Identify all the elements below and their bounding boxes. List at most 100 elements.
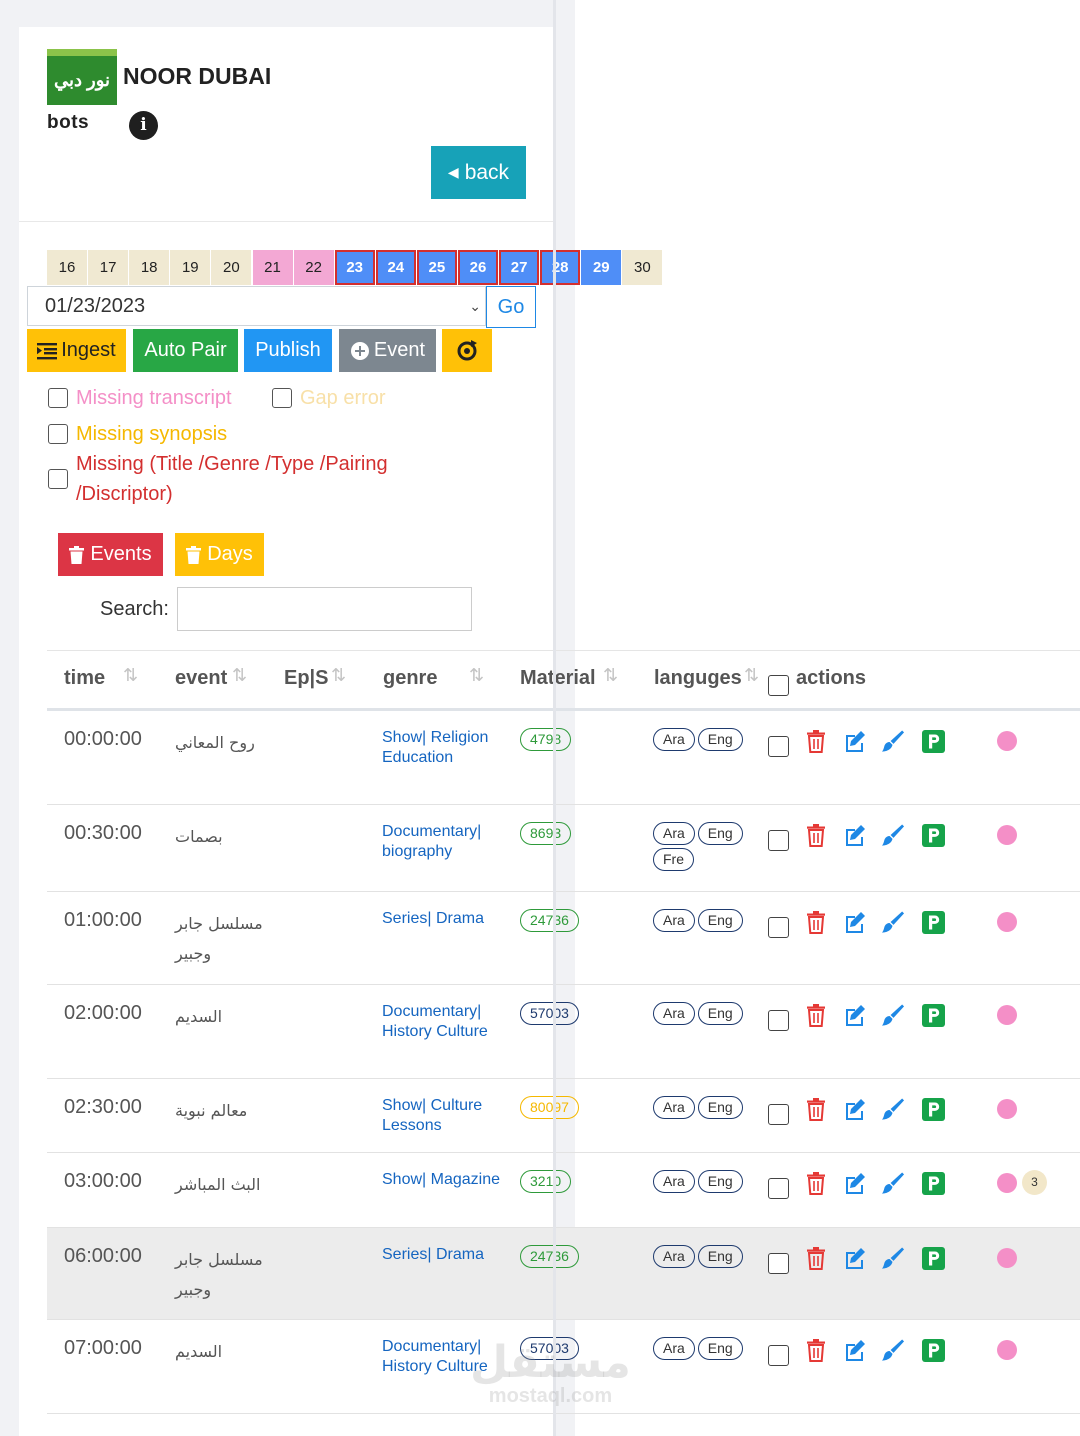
event-genre[interactable]: Documentary| biography [382,822,502,861]
row-checkbox[interactable] [768,1178,789,1199]
delete-days-button[interactable]: Days [175,533,264,576]
day-18[interactable]: 18 [129,250,170,285]
sort-icon[interactable]: ⇅ [469,665,484,686]
day-21[interactable]: 21 [252,250,293,285]
edit-icon[interactable] [842,1337,866,1363]
parking-icon[interactable] [921,1337,945,1363]
ingest-button[interactable]: Ingest [27,329,126,372]
edit-icon[interactable] [842,1096,866,1122]
search-input[interactable] [177,587,472,631]
header-ep[interactable]: Ep|S [284,667,329,690]
row-checkbox[interactable] [768,1345,789,1366]
header-time[interactable]: time [64,667,105,690]
sort-icon[interactable]: ⇅ [603,665,618,686]
trash-icon[interactable] [804,822,828,848]
day-26[interactable]: 26 [458,250,498,285]
sort-icon[interactable]: ⇅ [331,665,346,686]
parking-icon[interactable] [921,822,945,848]
day-17[interactable]: 17 [88,250,129,285]
gap-error-checkbox[interactable] [272,388,292,408]
publish-button[interactable]: Publish [244,329,332,372]
trash-icon[interactable] [804,728,828,754]
row-checkbox[interactable] [768,1010,789,1031]
edit-icon[interactable] [842,1170,866,1196]
trash-icon[interactable] [804,909,828,935]
event-genre[interactable]: Show| Magazine [382,1170,502,1190]
edit-icon[interactable] [842,728,866,754]
info-icon[interactable]: i [129,111,158,140]
header-event[interactable]: event [175,667,227,690]
day-28[interactable]: 28 [540,250,581,285]
day-30[interactable]: 30 [622,250,663,285]
refresh-button[interactable] [442,329,492,372]
trash-icon[interactable] [804,1170,828,1196]
brush-icon[interactable] [881,1245,905,1271]
edit-icon[interactable] [842,1002,866,1028]
brush-icon[interactable] [881,1337,905,1363]
header-genre[interactable]: genre [383,667,437,690]
day-16[interactable]: 16 [47,250,87,285]
brush-icon[interactable] [881,909,905,935]
material-id[interactable]: 24736 [520,909,579,932]
day-19[interactable]: 19 [170,250,211,285]
auto-pair-button[interactable]: Auto Pair [133,329,238,372]
sort-icon[interactable]: ⇅ [744,665,759,686]
event-genre[interactable]: Series| Drama [382,1245,502,1265]
day-29[interactable]: 29 [581,250,622,285]
add-event-button[interactable]: Event [339,329,436,372]
parking-icon[interactable] [921,1096,945,1122]
edit-icon[interactable] [842,909,866,935]
material-id[interactable]: 24736 [520,1245,579,1268]
missing-fields-checkbox[interactable] [48,469,68,489]
material-id[interactable]: 80097 [520,1096,579,1119]
material-id[interactable]: 4798 [520,728,572,751]
day-25[interactable]: 25 [416,250,457,285]
event-genre[interactable]: Show| Religion Education [382,728,502,767]
missing-synopsis-checkbox[interactable] [48,424,68,444]
row-checkbox[interactable] [768,830,789,851]
header-material[interactable]: Material [520,667,596,690]
event-time: 01:00:00 [64,909,142,931]
trash-icon[interactable] [804,1096,828,1122]
edit-icon[interactable] [842,822,866,848]
brush-icon[interactable] [881,1096,905,1122]
refresh-icon [457,339,477,360]
event-genre[interactable]: Documentary| History Culture [382,1002,502,1041]
parking-icon[interactable] [921,909,945,935]
brush-icon[interactable] [881,1170,905,1196]
day-27[interactable]: 27 [499,250,540,285]
brush-icon[interactable] [881,728,905,754]
event-genre[interactable]: Show| Culture Lessons [382,1096,502,1135]
day-24[interactable]: 24 [375,250,416,285]
parking-icon[interactable] [921,1245,945,1271]
brush-icon[interactable] [881,1002,905,1028]
go-button[interactable]: Go [486,286,536,328]
edit-icon[interactable] [842,1245,866,1271]
date-select[interactable]: 01/23/2023 ⌄ [27,286,486,326]
parking-icon[interactable] [921,1170,945,1196]
delete-events-button[interactable]: Events [58,533,163,576]
back-button[interactable]: ◀ back [431,146,526,199]
row-checkbox[interactable] [768,1104,789,1125]
trash-icon[interactable] [804,1245,828,1271]
material-id[interactable]: 3210 [520,1170,572,1193]
sort-icon[interactable]: ⇅ [123,665,138,686]
brush-icon[interactable] [881,822,905,848]
sort-icon[interactable]: ⇅ [232,665,247,686]
select-all-checkbox[interactable] [768,675,789,696]
row-checkbox[interactable] [768,736,789,757]
row-checkbox[interactable] [768,917,789,938]
day-22[interactable]: 22 [293,250,334,285]
material-id[interactable]: 57003 [520,1002,579,1025]
trash-icon[interactable] [804,1337,828,1363]
trash-icon[interactable] [804,1002,828,1028]
parking-icon[interactable] [921,728,945,754]
header-languages[interactable]: languges [654,667,742,690]
parking-icon[interactable] [921,1002,945,1028]
missing-transcript-checkbox[interactable] [48,388,68,408]
material-id[interactable]: 8693 [520,822,572,845]
day-20[interactable]: 20 [211,250,252,285]
event-genre[interactable]: Series| Drama [382,909,502,929]
day-23[interactable]: 23 [334,250,375,285]
row-checkbox[interactable] [768,1253,789,1274]
